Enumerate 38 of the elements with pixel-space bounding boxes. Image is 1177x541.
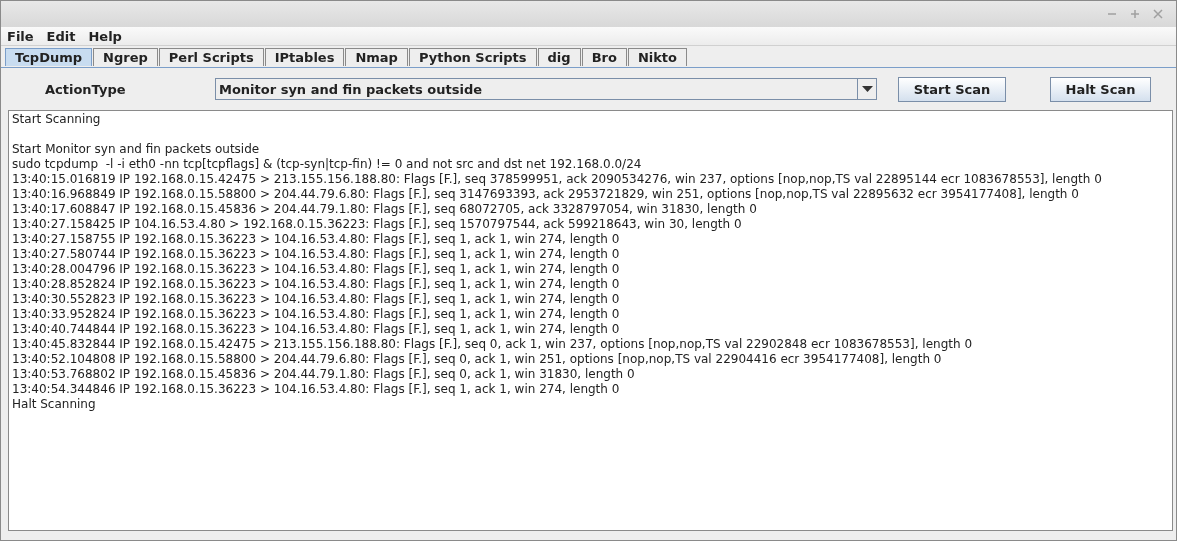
output-line: 13:40:28.852824 IP 192.168.0.15.36223 > 104.16.53.4.80: Flags [F.], seq 1, ack 1, win 274, length 0 bbox=[12, 277, 621, 292]
tab[interactable]: Ngrep bbox=[93, 48, 158, 66]
tab[interactable]: Perl Scripts bbox=[158, 48, 264, 66]
output-line: Start Scanning bbox=[12, 112, 102, 127]
tab[interactable]: IPtables bbox=[264, 48, 345, 66]
output-line: sudo tcpdump -l -i eth0 -nn tcp[tcpflags] & (tcp-syn|tcp-fin) != 0 and not src and dst net 192.168.0.0/24 bbox=[12, 157, 643, 172]
menu-item[interactable]: File bbox=[7, 28, 34, 44]
output-line: 13:40:52.104808 IP 192.168.0.15.58800 > 204.44.79.6.80: Flags [F.], seq 0, ack 1, win 251, options [nop,nop,TS val 22904416 ecr 3954177408], length 0 bbox=[12, 352, 943, 367]
tab[interactable]: Python Scripts bbox=[408, 48, 537, 66]
output-line: 13:40:16.968849 IP 192.168.0.15.58800 > 204.44.79.6.80: Flags [F.], seq 3147693393, ack 2953721829, win 251, options [nop,nop,TS val 22895632 ecr 3954177408], length 0 bbox=[12, 187, 1080, 202]
tab[interactable]: Bro bbox=[581, 48, 627, 66]
output-line: 13:40:45.832844 IP 192.168.0.15.42475 > 213.155.156.188.80: Flags [F.], seq 0, ack 1, win 237, options [nop,nop,TS val 22902848 ecr 1083678553], length 0 bbox=[12, 337, 973, 352]
output-line: 13:40:17.608847 IP 192.168.0.15.45836 > 204.44.79.1.80: Flags [F.], seq 68072705, ack 3328797054, win 31830, length 0 bbox=[12, 202, 758, 217]
output-line: 13:40:28.004796 IP 192.168.0.15.36223 > 104.16.53.4.80: Flags [F.], seq 1, ack 1, win 274, length 0 bbox=[12, 262, 621, 277]
output-line: 13:40:33.952824 IP 192.168.0.15.36223 > 104.16.53.4.80: Flags [F.], seq 1, ack 1, win 274, length 0 bbox=[12, 307, 621, 322]
action-type-dropdown[interactable]: Monitor syn and fin packets outside bbox=[215, 78, 877, 100]
tab[interactable]: Nmap bbox=[345, 48, 408, 66]
output-line: 13:40:30.552823 IP 192.168.0.15.36223 > 104.16.53.4.80: Flags [F.], seq 1, ack 1, win 274, length 0 bbox=[12, 292, 621, 307]
output-line: 13:40:27.158425 IP 104.16.53.4.80 > 192.168.0.15.36223: Flags [F.], seq 1570797544, ack 599218643, win 30, length 0 bbox=[12, 217, 743, 232]
close-icon[interactable] bbox=[1153, 9, 1163, 19]
output-line: 13:40:27.158755 IP 192.168.0.15.36223 > 104.16.53.4.80: Flags [F.], seq 1, ack 1, win 274, length 0 bbox=[12, 232, 621, 247]
menu-item[interactable]: Help bbox=[88, 28, 122, 44]
output-line: 13:40:54.344846 IP 192.168.0.15.36223 > 104.16.53.4.80: Flags [F.], seq 1, ack 1, win 274, length 0 bbox=[12, 382, 621, 397]
caret-icon bbox=[861, 86, 873, 92]
output-line: Halt Scanning bbox=[12, 397, 97, 412]
tab[interactable]: TcpDump bbox=[5, 48, 93, 66]
action-type-label: ActionType bbox=[45, 81, 127, 97]
menu-item[interactable]: Edit bbox=[46, 28, 76, 44]
output-line: 13:40:27.580744 IP 192.168.0.15.36223 > 104.16.53.4.80: Flags [F.], seq 1, ack 1, win 274, length 0 bbox=[12, 247, 621, 262]
tab[interactable]: Nikto bbox=[627, 48, 688, 66]
output-line: 13:40:40.744844 IP 192.168.0.15.36223 > 104.16.53.4.80: Flags [F.], seq 1, ack 1, win 274, length 0 bbox=[12, 322, 621, 337]
maximize-icon[interactable] bbox=[1130, 9, 1140, 19]
output-line: 13:40:53.768802 IP 192.168.0.15.45836 > 204.44.79.1.80: Flags [F.], seq 0, ack 1, win 31830, length 0 bbox=[12, 367, 636, 382]
scan-button[interactable]: Start Scan bbox=[898, 76, 1006, 102]
output-line: 13:40:15.016819 IP 192.168.0.15.42475 > 213.155.156.188.80: Flags [F.], seq 378599951, ack 2090534276, win 237, options [nop,nop,TS val 22895144 ecr 1083678553], length 0 bbox=[12, 172, 1103, 187]
scan-button[interactable]: Halt Scan bbox=[1050, 76, 1151, 102]
output-line: Start Monitor syn and fin packets outside bbox=[12, 142, 261, 157]
tab[interactable]: dig bbox=[537, 48, 581, 66]
